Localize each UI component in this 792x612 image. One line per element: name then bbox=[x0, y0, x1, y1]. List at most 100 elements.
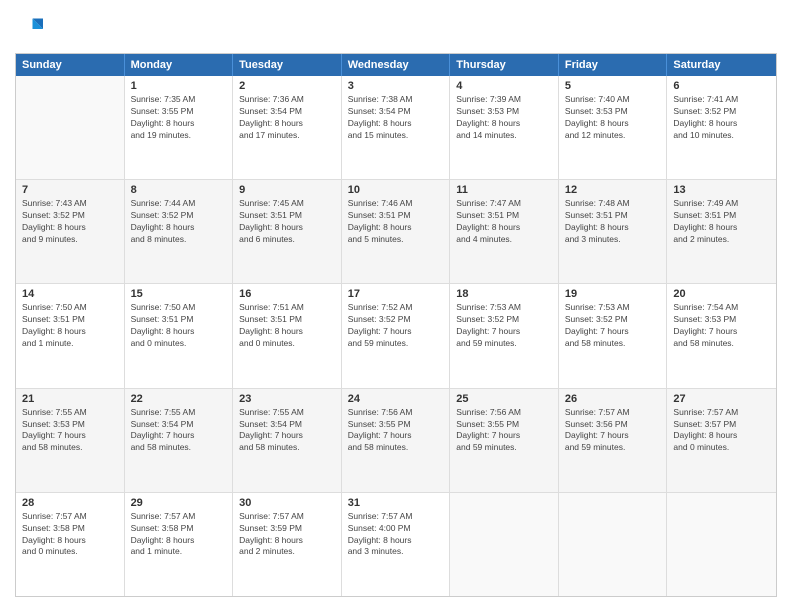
day-cell-13: 13Sunrise: 7:49 AMSunset: 3:51 PMDayligh… bbox=[667, 180, 776, 283]
cell-text-line: and 14 minutes. bbox=[456, 130, 552, 142]
cell-text-line: Sunset: 3:55 PM bbox=[456, 419, 552, 431]
cell-text-line: and 3 minutes. bbox=[565, 234, 661, 246]
cell-text-line: Sunrise: 7:46 AM bbox=[348, 198, 444, 210]
cell-text-line: Sunset: 3:56 PM bbox=[565, 419, 661, 431]
day-cell-22: 22Sunrise: 7:55 AMSunset: 3:54 PMDayligh… bbox=[125, 389, 234, 492]
cell-text-line: Sunset: 3:52 PM bbox=[348, 314, 444, 326]
cell-text-line: and 59 minutes. bbox=[456, 442, 552, 454]
cell-text-line: Sunset: 3:51 PM bbox=[565, 210, 661, 222]
cell-text-line: Sunrise: 7:35 AM bbox=[131, 94, 227, 106]
cell-text-line: Daylight: 8 hours bbox=[456, 118, 552, 130]
cell-text-line: Daylight: 8 hours bbox=[239, 535, 335, 547]
cell-text-line: Sunrise: 7:56 AM bbox=[456, 407, 552, 419]
cell-text-line: Sunset: 3:51 PM bbox=[22, 314, 118, 326]
cell-text-line: Sunrise: 7:56 AM bbox=[348, 407, 444, 419]
empty-cell-4-4 bbox=[450, 493, 559, 596]
cell-text-line: Sunset: 3:54 PM bbox=[239, 106, 335, 118]
cell-text-line: and 1 minute. bbox=[22, 338, 118, 350]
cell-text-line: and 19 minutes. bbox=[131, 130, 227, 142]
cell-text-line: and 1 minute. bbox=[131, 546, 227, 558]
weekday-header-tuesday: Tuesday bbox=[233, 54, 342, 76]
cell-text-line: Sunrise: 7:50 AM bbox=[22, 302, 118, 314]
logo bbox=[15, 15, 47, 43]
cell-text-line: Daylight: 7 hours bbox=[348, 430, 444, 442]
cell-text-line: Daylight: 8 hours bbox=[673, 118, 770, 130]
day-number: 14 bbox=[22, 288, 118, 300]
day-number: 31 bbox=[348, 497, 444, 509]
cell-text-line: Sunrise: 7:55 AM bbox=[131, 407, 227, 419]
day-number: 23 bbox=[239, 393, 335, 405]
cell-text-line: Daylight: 7 hours bbox=[239, 430, 335, 442]
cell-text-line: Sunrise: 7:57 AM bbox=[239, 511, 335, 523]
cell-text-line: Daylight: 8 hours bbox=[22, 535, 118, 547]
day-cell-7: 7Sunrise: 7:43 AMSunset: 3:52 PMDaylight… bbox=[16, 180, 125, 283]
empty-cell-4-6 bbox=[667, 493, 776, 596]
cell-text-line: Sunrise: 7:36 AM bbox=[239, 94, 335, 106]
cell-text-line: Sunset: 3:54 PM bbox=[348, 106, 444, 118]
day-cell-27: 27Sunrise: 7:57 AMSunset: 3:57 PMDayligh… bbox=[667, 389, 776, 492]
day-number: 11 bbox=[456, 184, 552, 196]
cell-text-line: Sunrise: 7:48 AM bbox=[565, 198, 661, 210]
cell-text-line: Sunset: 3:51 PM bbox=[456, 210, 552, 222]
cell-text-line: Sunset: 3:51 PM bbox=[239, 314, 335, 326]
cell-text-line: and 17 minutes. bbox=[239, 130, 335, 142]
cell-text-line: and 59 minutes. bbox=[456, 338, 552, 350]
day-number: 13 bbox=[673, 184, 770, 196]
day-cell-5: 5Sunrise: 7:40 AMSunset: 3:53 PMDaylight… bbox=[559, 76, 668, 179]
day-number: 20 bbox=[673, 288, 770, 300]
day-cell-14: 14Sunrise: 7:50 AMSunset: 3:51 PMDayligh… bbox=[16, 284, 125, 387]
cell-text-line: Sunrise: 7:57 AM bbox=[22, 511, 118, 523]
cell-text-line: and 58 minutes. bbox=[22, 442, 118, 454]
weekday-header-friday: Friday bbox=[559, 54, 668, 76]
cell-text-line: Sunset: 3:51 PM bbox=[673, 210, 770, 222]
cell-text-line: Sunset: 4:00 PM bbox=[348, 523, 444, 535]
day-cell-3: 3Sunrise: 7:38 AMSunset: 3:54 PMDaylight… bbox=[342, 76, 451, 179]
cell-text-line: Sunset: 3:55 PM bbox=[131, 106, 227, 118]
calendar-row-3: 21Sunrise: 7:55 AMSunset: 3:53 PMDayligh… bbox=[16, 389, 776, 493]
cell-text-line: Sunrise: 7:55 AM bbox=[22, 407, 118, 419]
cell-text-line: and 8 minutes. bbox=[131, 234, 227, 246]
cell-text-line: Daylight: 8 hours bbox=[348, 222, 444, 234]
cell-text-line: Daylight: 8 hours bbox=[565, 222, 661, 234]
day-number: 5 bbox=[565, 80, 661, 92]
calendar-row-1: 7Sunrise: 7:43 AMSunset: 3:52 PMDaylight… bbox=[16, 180, 776, 284]
day-cell-25: 25Sunrise: 7:56 AMSunset: 3:55 PMDayligh… bbox=[450, 389, 559, 492]
day-cell-20: 20Sunrise: 7:54 AMSunset: 3:53 PMDayligh… bbox=[667, 284, 776, 387]
cell-text-line: Daylight: 7 hours bbox=[131, 430, 227, 442]
day-number: 28 bbox=[22, 497, 118, 509]
day-number: 12 bbox=[565, 184, 661, 196]
weekday-header-thursday: Thursday bbox=[450, 54, 559, 76]
day-cell-16: 16Sunrise: 7:51 AMSunset: 3:51 PMDayligh… bbox=[233, 284, 342, 387]
cell-text-line: Sunset: 3:54 PM bbox=[131, 419, 227, 431]
cell-text-line: and 0 minutes. bbox=[239, 338, 335, 350]
cell-text-line: and 12 minutes. bbox=[565, 130, 661, 142]
cell-text-line: Sunrise: 7:57 AM bbox=[565, 407, 661, 419]
cell-text-line: Daylight: 7 hours bbox=[565, 430, 661, 442]
calendar-header: SundayMondayTuesdayWednesdayThursdayFrid… bbox=[16, 54, 776, 76]
cell-text-line: Sunset: 3:53 PM bbox=[456, 106, 552, 118]
cell-text-line: Sunset: 3:52 PM bbox=[456, 314, 552, 326]
cell-text-line: Sunset: 3:55 PM bbox=[348, 419, 444, 431]
cell-text-line: and 58 minutes. bbox=[348, 442, 444, 454]
day-number: 9 bbox=[239, 184, 335, 196]
day-cell-23: 23Sunrise: 7:55 AMSunset: 3:54 PMDayligh… bbox=[233, 389, 342, 492]
cell-text-line: and 0 minutes. bbox=[673, 442, 770, 454]
day-cell-30: 30Sunrise: 7:57 AMSunset: 3:59 PMDayligh… bbox=[233, 493, 342, 596]
day-number: 6 bbox=[673, 80, 770, 92]
day-number: 25 bbox=[456, 393, 552, 405]
day-number: 7 bbox=[22, 184, 118, 196]
cell-text-line: Sunset: 3:53 PM bbox=[22, 419, 118, 431]
day-cell-9: 9Sunrise: 7:45 AMSunset: 3:51 PMDaylight… bbox=[233, 180, 342, 283]
cell-text-line: Daylight: 8 hours bbox=[131, 535, 227, 547]
day-number: 15 bbox=[131, 288, 227, 300]
weekday-header-saturday: Saturday bbox=[667, 54, 776, 76]
day-number: 19 bbox=[565, 288, 661, 300]
cell-text-line: Daylight: 8 hours bbox=[239, 326, 335, 338]
cell-text-line: and 2 minutes. bbox=[239, 546, 335, 558]
cell-text-line: Daylight: 8 hours bbox=[348, 535, 444, 547]
day-cell-15: 15Sunrise: 7:50 AMSunset: 3:51 PMDayligh… bbox=[125, 284, 234, 387]
empty-cell-4-5 bbox=[559, 493, 668, 596]
day-number: 30 bbox=[239, 497, 335, 509]
cell-text-line: and 59 minutes. bbox=[348, 338, 444, 350]
cell-text-line: Daylight: 7 hours bbox=[22, 430, 118, 442]
